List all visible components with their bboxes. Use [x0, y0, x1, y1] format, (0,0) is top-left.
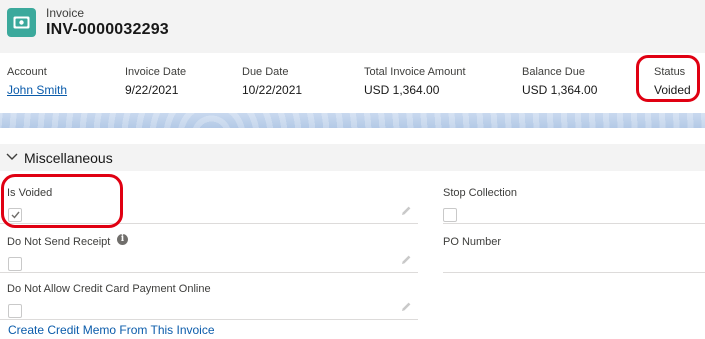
- balance-due-value: USD 1,364.00: [522, 83, 598, 97]
- field-stop-collection: Stop Collection: [443, 176, 705, 224]
- object-type-label: Invoice: [46, 6, 85, 20]
- section-miscellaneous-toggle[interactable]: Miscellaneous: [0, 144, 705, 171]
- due-date-label: Due Date: [242, 66, 289, 78]
- total-amount-label: Total Invoice Amount: [364, 66, 466, 78]
- balance-due-label: Balance Due: [522, 66, 585, 78]
- do-not-send-receipt-label: Do Not Send Receipt: [7, 236, 111, 248]
- record-header: Invoice INV-0000032293: [0, 0, 705, 53]
- pencil-icon[interactable]: [400, 254, 412, 266]
- stop-collection-checkbox[interactable]: [443, 208, 457, 222]
- create-credit-memo-link[interactable]: Create Credit Memo From This Invoice: [8, 323, 215, 337]
- due-date-value: 10/22/2021: [242, 83, 303, 97]
- total-amount-value: USD 1,364.00: [364, 83, 440, 97]
- stop-collection-label: Stop Collection: [443, 187, 517, 199]
- po-number-label: PO Number: [443, 236, 502, 248]
- is-voided-annotation-circle: [1, 174, 123, 228]
- highlight-total-amount: Total Invoice Amount USD 1,364.00: [364, 66, 466, 97]
- do-not-allow-cc-checkbox[interactable]: [8, 304, 22, 318]
- highlight-account: Account John Smith: [7, 66, 67, 97]
- field-po-number: PO Number: [443, 225, 705, 273]
- account-label: Account: [7, 66, 47, 78]
- invoice-date-value: 9/22/2021: [125, 83, 179, 97]
- pencil-icon[interactable]: [400, 205, 412, 217]
- highlights-panel: Account John Smith Invoice Date 9/22/202…: [0, 53, 705, 113]
- do-not-send-receipt-checkbox[interactable]: [8, 257, 22, 271]
- invoice-date-label: Invoice Date: [125, 66, 187, 78]
- status-annotation-circle: [636, 55, 700, 102]
- record-name: INV-0000032293: [46, 21, 169, 38]
- field-do-not-send-receipt: Do Not Send Receipt i: [0, 225, 418, 273]
- do-not-allow-cc-label: Do Not Allow Credit Card Payment Online: [7, 283, 211, 295]
- highlight-balance-due: Balance Due USD 1,364.00: [522, 66, 597, 97]
- info-icon[interactable]: i: [117, 234, 128, 245]
- decorative-band: [0, 113, 705, 128]
- pencil-icon[interactable]: [400, 301, 412, 313]
- highlight-due-date: Due Date 10/22/2021: [242, 66, 302, 97]
- account-link[interactable]: John Smith: [7, 83, 67, 97]
- highlight-invoice-date: Invoice Date 9/22/2021: [125, 66, 186, 97]
- field-do-not-allow-cc: Do Not Allow Credit Card Payment Online: [0, 272, 418, 320]
- chevron-down-icon: [6, 153, 18, 160]
- section-title: Miscellaneous: [24, 150, 113, 166]
- invoice-cash-icon: [7, 8, 36, 37]
